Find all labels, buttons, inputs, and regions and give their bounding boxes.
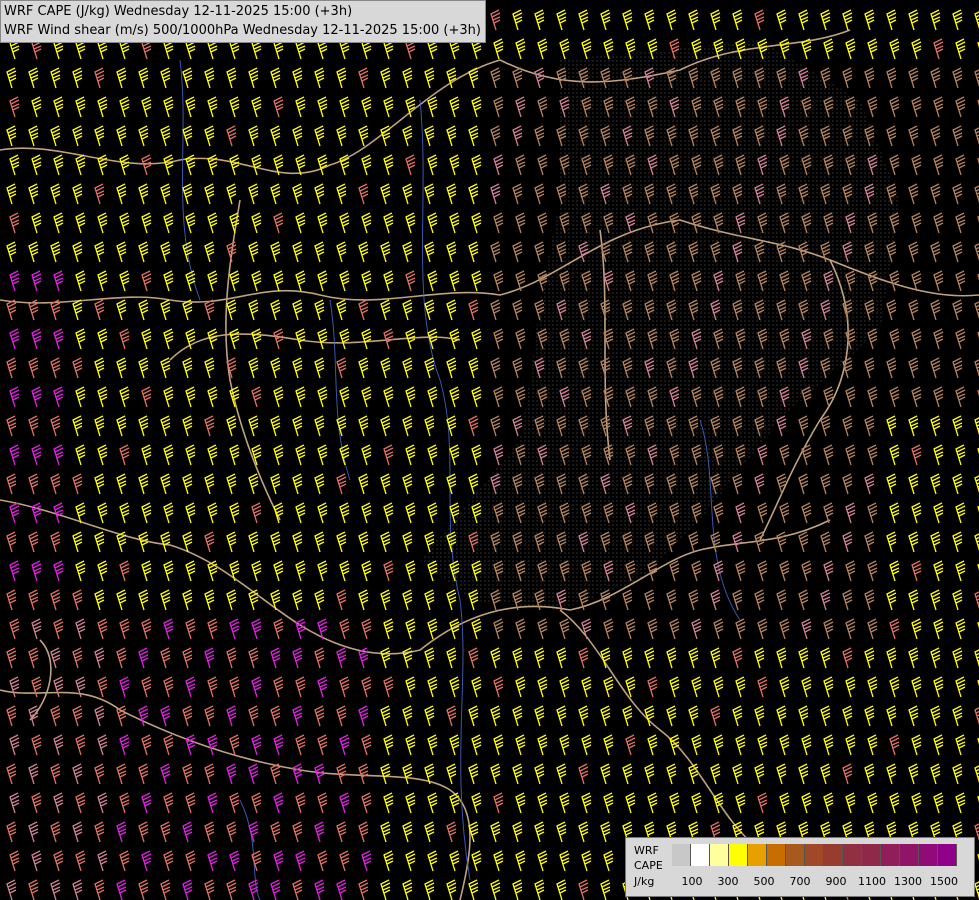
legend-tick-label: 700 (789, 875, 811, 888)
legend-swatch (691, 844, 710, 866)
legend-swatch (824, 844, 843, 866)
legend-tick-label: 900 (825, 875, 847, 888)
legend-unit-label: J/kg (634, 875, 655, 888)
legend-tick-label: 300 (717, 875, 739, 888)
legend-swatch (881, 844, 900, 866)
legend-swatch (862, 844, 881, 866)
legend-swatch (900, 844, 919, 866)
legend-swatch (843, 844, 862, 866)
legend-swatch (805, 844, 824, 866)
map-title-box: WRF CAPE (J/kg) Wednesday 12-11-2025 15:… (0, 0, 486, 43)
legend-tick-label: 500 (753, 875, 775, 888)
legend-tick-label: 100 (681, 875, 703, 888)
legend-swatch (748, 844, 767, 866)
legend-field-label: CAPE (634, 859, 663, 872)
wind-shear-title: WRF Wind shear (m/s) 500/1000hPa Wednesd… (4, 23, 481, 38)
legend-swatch (786, 844, 805, 866)
legend-swatch (710, 844, 729, 866)
legend-swatch (938, 844, 957, 866)
legend-color-scale (672, 844, 957, 866)
weather-map (0, 0, 979, 900)
legend-swatch (919, 844, 938, 866)
legend-tick-label: 1500 (930, 875, 958, 888)
legend-swatch (672, 844, 691, 866)
legend-tick-label: 1100 (858, 875, 886, 888)
legend-tick-label: 1300 (894, 875, 922, 888)
cape-legend: WRF CAPE J/kg 100 300 500 700 900 1100 1300 150… (625, 837, 975, 897)
legend-model-label: WRF (634, 844, 659, 857)
legend-swatch (767, 844, 786, 866)
cape-title: WRF CAPE (J/kg) Wednesday 12-11-2025 15:… (4, 4, 353, 19)
legend-swatch (729, 844, 748, 866)
